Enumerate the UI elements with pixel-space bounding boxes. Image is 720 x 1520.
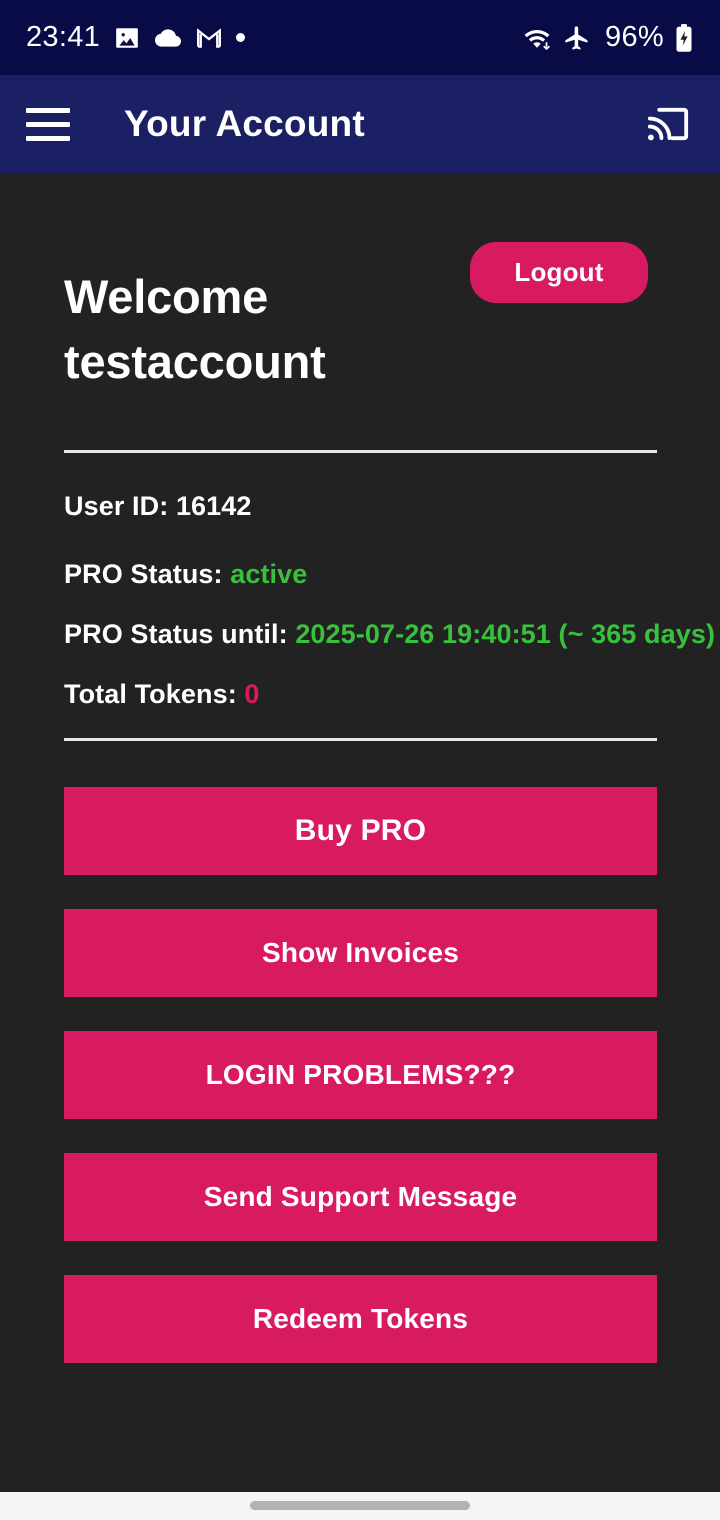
status-bar-left: 23:41 [26, 21, 246, 54]
app-bar: Your Account [0, 75, 720, 173]
home-indicator[interactable] [250, 1501, 470, 1510]
hamburger-menu-icon[interactable] [26, 101, 72, 147]
battery-percent-label: 96% [605, 21, 664, 53]
logout-button[interactable]: Logout [470, 242, 648, 303]
app-screen: 23:41 96% Your Account Logout Welcome te… [0, 0, 720, 1520]
info-row-pro-status-until: PRO Status until: 2025-07-26 19:40:51 (~… [64, 619, 715, 650]
cast-icon[interactable] [642, 101, 694, 147]
dot-icon [236, 33, 246, 42]
info-label: Total Tokens: [64, 679, 245, 709]
account-content: Logout Welcome testaccount User ID: 1614… [0, 173, 720, 1492]
divider-bottom [64, 738, 657, 741]
status-bar-clock: 23:41 [26, 21, 101, 53]
info-label: PRO Status until: [64, 619, 296, 649]
gesture-navigation-bar [0, 1492, 720, 1520]
hamburger-bar [26, 135, 70, 141]
info-value: 2025-07-26 19:40:51 (~ 365 days) [295, 619, 716, 649]
info-label: User ID: [64, 491, 176, 521]
hamburger-bar [26, 107, 70, 113]
cloud-icon [154, 25, 182, 51]
info-value: 16142 [175, 491, 252, 521]
hamburger-bar [26, 121, 70, 127]
battery-charging-icon [674, 23, 694, 53]
page-title: Your Account [124, 103, 365, 144]
status-bar-right: 96% [521, 21, 694, 54]
buy-pro-button[interactable]: Buy PRO [64, 787, 657, 875]
info-row-total-tokens: Total Tokens: 0 [64, 679, 260, 710]
login-problems-button[interactable]: LOGIN PROBLEMS??? [64, 1031, 657, 1119]
info-value: active [230, 559, 308, 589]
airplane-mode-icon [563, 24, 591, 52]
wifi-icon [521, 25, 553, 51]
info-label: PRO Status: [64, 559, 231, 589]
welcome-heading: Welcome testaccount [64, 270, 326, 388]
info-row-pro-status: PRO Status: active [64, 559, 307, 590]
info-value: 0 [244, 679, 260, 709]
show-invoices-button[interactable]: Show Invoices [64, 909, 657, 997]
send-support-message-button[interactable]: Send Support Message [64, 1153, 657, 1241]
gmail-icon [196, 26, 222, 50]
info-row-user-id: User ID: 16142 [64, 491, 252, 522]
redeem-tokens-button[interactable]: Redeem Tokens [64, 1275, 657, 1363]
divider-top [64, 450, 657, 453]
photo-icon [114, 25, 140, 51]
status-bar: 23:41 96% [0, 0, 720, 75]
